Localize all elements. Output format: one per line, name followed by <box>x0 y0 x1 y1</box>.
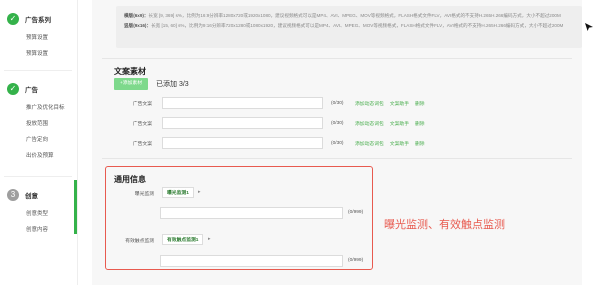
sidebar-active-indicator <box>74 180 77 234</box>
exposure-monitor-input[interactable] <box>160 207 343 219</box>
copy-label: 广告文案 <box>132 121 152 127</box>
copy-input[interactable] <box>162 97 323 109</box>
add-material-button[interactable]: +添加素材 <box>114 78 148 90</box>
general-section-title: 通用信息 <box>114 175 146 184</box>
click-monitor-input[interactable] <box>160 255 343 267</box>
sidebar-item-promotion-goal[interactable]: 推广及优化目标 <box>0 100 74 116</box>
copy-assistant-link[interactable]: 文案助手 <box>390 140 409 147</box>
click-monitor-label: 有效触点监测 <box>125 239 154 244</box>
sidebar-item-budget-settings[interactable]: 预算设置 <box>0 30 74 46</box>
sidebar-item-bid-budget[interactable]: 出价及预算 <box>0 148 74 164</box>
sidebar-group-header[interactable]: ✓ 广告 <box>0 78 74 100</box>
add-dynamic-words-link[interactable]: 添加动态词包 <box>355 100 384 107</box>
copy-input[interactable] <box>162 137 323 149</box>
char-count: (0/30) <box>331 120 344 126</box>
delete-link[interactable]: 删除 <box>415 120 425 127</box>
copy-row: 广告文案 (0/30) 添加动态词包 文案助手 删除 <box>110 137 425 149</box>
exposure-monitor-label: 曝光监测 <box>134 192 154 197</box>
click-monitor-tag[interactable]: 有效触点监测1 <box>162 234 204 245</box>
sidebar-group-title: 创意 <box>25 193 38 200</box>
video-spec-hint: 横版(6x9)：长宽 [9, 369] s%，比例为16:9分辨率1280x72… <box>116 6 582 48</box>
annotation-callout: 曝光监测、有效触点监测 <box>384 218 505 231</box>
copy-label: 广告文案 <box>132 141 152 147</box>
copy-section-header: +添加素材 已添加 3/3 <box>114 78 189 90</box>
hint-text: 长宽 [9, 369] s%，比例为16:9分辨率1280x720或1920x1… <box>148 13 561 18</box>
char-count: (0/30) <box>331 100 344 106</box>
sidebar-group-title: 广告系列 <box>25 17 51 24</box>
sidebar-item-budget-settings[interactable]: 预算设置 <box>0 46 74 62</box>
sidebar-group-ad: ✓ 广告 推广及优化目标 投放范围 广告定向 出价及预算 <box>0 78 74 164</box>
copy-label: 广告文案 <box>132 101 152 107</box>
sidebar-divider <box>4 70 72 71</box>
hint-label: 竖版(9x16)： <box>124 23 152 28</box>
add-dynamic-words-link[interactable]: 添加动态词包 <box>355 140 384 147</box>
char-count: (0/30) <box>331 140 344 146</box>
hint-line: 横版(6x9)：长宽 [9, 369] s%，比例为16:9分辨率1280x72… <box>124 12 574 19</box>
sidebar-group-campaign: ✓ 广告系列 预算设置 预算设置 <box>0 8 74 62</box>
copy-row: 广告文案 (0/30) 添加动态词包 文案助手 删除 <box>110 97 425 109</box>
copy-section-title: 文案素材 <box>114 67 146 76</box>
sidebar-divider <box>4 176 72 177</box>
sidebar-item-targeting[interactable]: 广告定向 <box>0 132 74 148</box>
main-content: 横版(6x9)：长宽 [9, 369] s%，比例为16:9分辨率1280x72… <box>92 0 582 285</box>
section-divider <box>102 58 572 59</box>
check-icon: ✓ <box>7 83 19 95</box>
sidebar-group-creative: 3 创意 创意类型 创意内容 <box>0 184 74 238</box>
sidebar-item-placement-scope[interactable]: 投放范围 <box>0 116 74 132</box>
added-count-text: 已添加 3/3 <box>156 81 189 88</box>
delete-link[interactable]: 删除 <box>415 100 425 107</box>
sidebar-item-creative-content[interactable]: 创意内容 <box>0 222 74 238</box>
section-divider <box>102 158 572 159</box>
copy-assistant-link[interactable]: 文案助手 <box>390 120 409 127</box>
char-count: (0/999) <box>348 210 364 215</box>
sidebar-group-header[interactable]: 3 创意 <box>0 184 74 206</box>
cursor-arrow-icon <box>585 23 593 31</box>
copy-assistant-link[interactable]: 文案助手 <box>390 100 409 107</box>
expand-arrow-icon[interactable]: ▸ <box>208 236 211 242</box>
delete-link[interactable]: 删除 <box>415 140 425 147</box>
check-icon: ✓ <box>7 13 19 25</box>
add-dynamic-words-link[interactable]: 添加动态词包 <box>355 120 384 127</box>
expand-arrow-icon[interactable]: ▸ <box>198 189 201 195</box>
exposure-monitor-tag[interactable]: 曝光监测1 <box>162 187 194 198</box>
sidebar: ✓ 广告系列 预算设置 预算设置 ✓ 广告 推广及优化目标 投放范围 广告定向 … <box>0 0 78 285</box>
sidebar-group-title: 广告 <box>25 87 38 94</box>
copy-row: 广告文案 (0/30) 添加动态词包 文案助手 删除 <box>110 117 425 129</box>
hint-text: 长宽 [15, 60] s%，比例为9:16分辨率720x1280或1080x1… <box>151 23 564 28</box>
hint-line: 竖版(9x16)：长宽 [15, 60] s%，比例为9:16分辨率720x12… <box>124 22 574 29</box>
char-count: (0/999) <box>348 258 364 263</box>
sidebar-item-creative-type[interactable]: 创意类型 <box>0 206 74 222</box>
copy-input[interactable] <box>162 117 323 129</box>
hint-label: 横版(6x9)： <box>124 13 149 18</box>
step-number-badge: 3 <box>7 189 19 201</box>
sidebar-group-header[interactable]: ✓ 广告系列 <box>0 8 74 30</box>
